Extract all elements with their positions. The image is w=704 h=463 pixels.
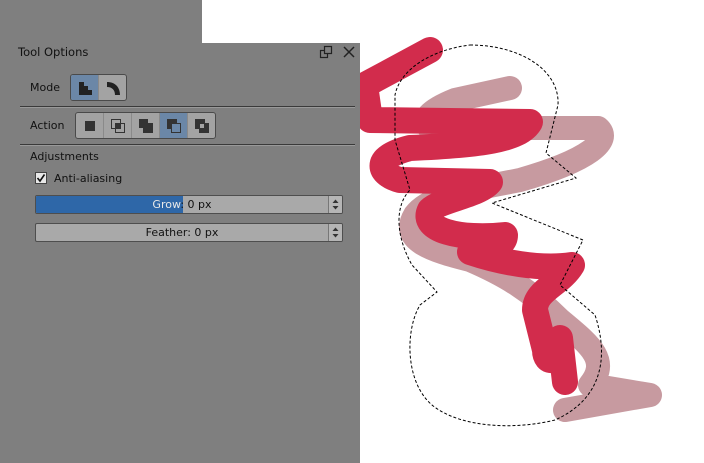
detach-button[interactable] (319, 45, 333, 59)
pixel-mode-button[interactable] (71, 75, 99, 100)
stepper-arrows-icon (332, 227, 339, 238)
grow-spinbox[interactable]: Grow: 0 px (35, 195, 343, 214)
anti-aliasing-checkbox[interactable] (35, 172, 47, 184)
replace-selection-button[interactable] (76, 113, 104, 138)
detach-icon (319, 45, 333, 59)
add-selection-button[interactable] (132, 113, 160, 138)
vector-mode-icon (106, 81, 120, 95)
intersect-selection-icon (110, 118, 125, 133)
adjustments-label: Adjustments (30, 150, 99, 163)
vector-mode-button[interactable] (99, 75, 126, 100)
anti-aliasing-label: Anti-aliasing (54, 172, 123, 185)
intersect-selection-button[interactable] (104, 113, 132, 138)
grow-value: : 0 px (180, 198, 212, 211)
grow-label: Grow (152, 198, 181, 211)
symmetric-difference-icon (194, 118, 209, 133)
action-label: Action (30, 119, 65, 132)
separator (20, 106, 355, 108)
subtract-selection-icon (166, 118, 181, 133)
mode-label: Mode (30, 81, 60, 94)
add-selection-icon (138, 118, 153, 133)
grow-value-text: Grow: 0 px (36, 198, 328, 211)
subtract-selection-button[interactable] (160, 113, 188, 138)
separator (20, 144, 355, 146)
feather-stepper[interactable] (328, 224, 342, 241)
feather-value-text: Feather: 0 px (145, 226, 219, 239)
checkmark-icon (36, 174, 46, 183)
close-icon (343, 46, 355, 58)
stepper-arrows-icon (332, 199, 339, 210)
replace-selection-icon (84, 120, 95, 131)
panel-title: Tool Options (18, 45, 89, 59)
tool-options-panel: Tool Options Mode Action Adjustments Ant… (0, 43, 360, 463)
grow-stepper[interactable] (328, 196, 342, 213)
action-button-group (75, 112, 216, 139)
mode-button-group (70, 74, 127, 101)
pixel-mode-icon (78, 81, 92, 95)
close-button[interactable] (342, 45, 356, 59)
feather-spinbox[interactable]: Feather: 0 px (35, 223, 343, 242)
symmetric-difference-button[interactable] (188, 113, 215, 138)
